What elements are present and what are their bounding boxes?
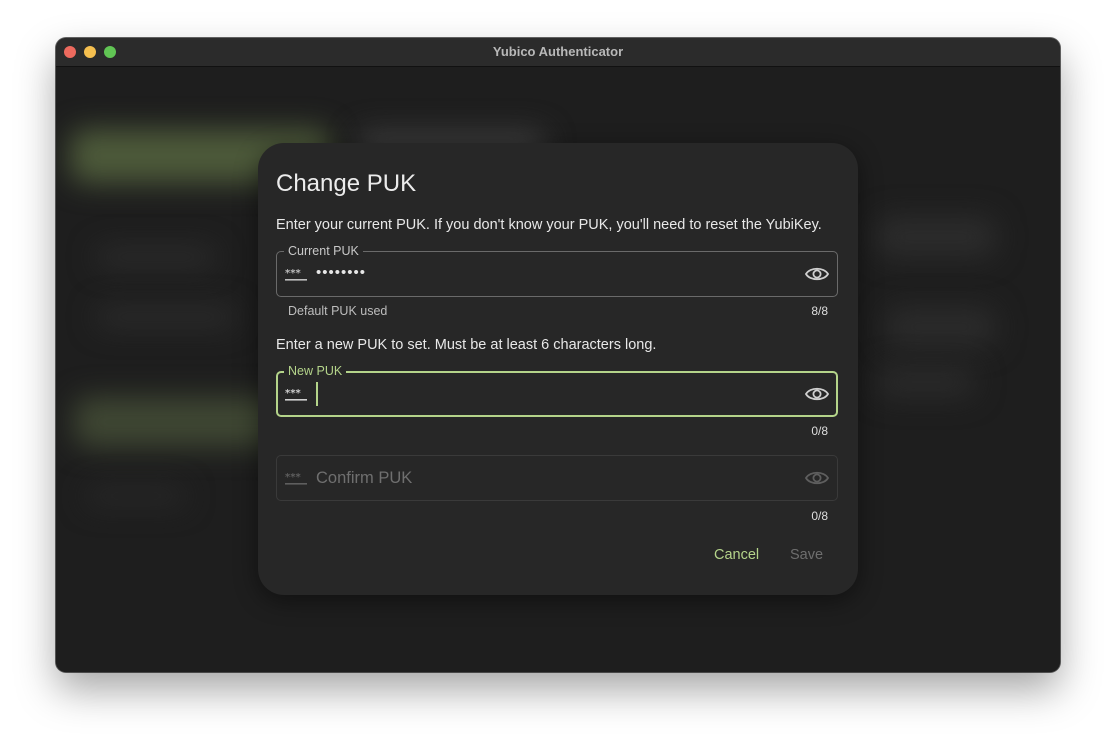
eye-icon[interactable] (805, 384, 829, 404)
save-button[interactable]: Save (790, 547, 823, 563)
password-icon: *** (285, 268, 307, 281)
svg-text:***: *** (285, 472, 301, 483)
new-puk-counter: 0/8 (811, 424, 828, 438)
new-puk-instructions: Enter a new PUK to set. Must be at least… (276, 337, 657, 353)
dialog-title: Change PUK (276, 170, 417, 197)
password-icon: *** (285, 388, 307, 401)
new-puk-field[interactable]: New PUK *** (276, 363, 838, 417)
current-puk-value: •••••••• (316, 264, 367, 281)
current-puk-helper: Default PUK used (288, 304, 388, 318)
blurred-shape (96, 247, 216, 267)
current-puk-counter: 8/8 (811, 304, 828, 318)
change-puk-dialog: Change PUK Enter your current PUK. If yo… (258, 143, 858, 595)
cancel-button[interactable]: Cancel (714, 547, 759, 563)
eye-icon[interactable] (805, 468, 829, 488)
title-bar[interactable]: Yubico Authenticator (56, 38, 1060, 67)
svg-text:***: *** (285, 268, 301, 279)
current-puk-instructions: Enter your current PUK. If you don't kno… (276, 217, 822, 233)
eye-icon[interactable] (805, 264, 829, 284)
current-puk-label: Current PUK (284, 243, 363, 259)
confirm-puk-counter: 0/8 (811, 509, 828, 523)
text-cursor (316, 382, 318, 406)
svg-text:***: *** (285, 388, 301, 399)
new-puk-label: New PUK (284, 363, 347, 379)
blurred-shape (876, 217, 996, 257)
current-puk-field[interactable]: Current PUK *** •••••••• (276, 243, 838, 297)
confirm-puk-field[interactable]: *** Confirm PUK (276, 455, 838, 501)
blurred-shape (86, 487, 186, 505)
password-icon: *** (285, 472, 307, 485)
window-title: Yubico Authenticator (492, 44, 624, 59)
blurred-shape (886, 307, 996, 347)
blurred-shape (876, 367, 976, 397)
confirm-puk-placeholder: Confirm PUK (316, 469, 413, 487)
blurred-shape (96, 307, 236, 327)
